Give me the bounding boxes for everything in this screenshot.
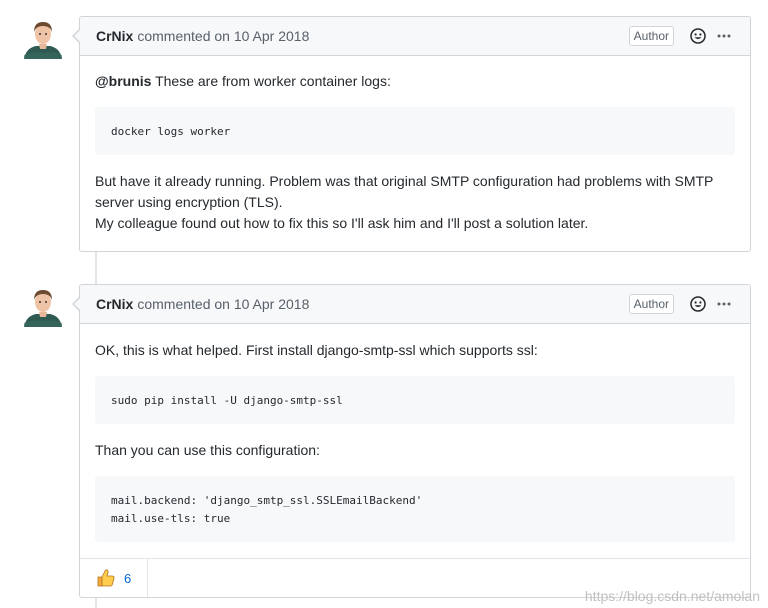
comment-paragraph: My colleague found out how to fix this s… xyxy=(95,215,589,231)
more-options-button[interactable] xyxy=(714,294,734,314)
kebab-horizontal-icon xyxy=(717,34,731,38)
timeline-line xyxy=(95,251,97,285)
comment-card: CrNix commented on 10 Apr 2018 Author xyxy=(72,16,751,252)
kebab-horizontal-icon xyxy=(717,302,731,306)
code-block: docker logs worker xyxy=(95,107,735,155)
thumbs-up-reaction[interactable]: 6 xyxy=(80,559,149,597)
smiley-icon xyxy=(690,296,706,312)
code-block: mail.backend: 'django_smtp_ssl.SSLEmailB… xyxy=(95,476,735,542)
add-reaction-button[interactable] xyxy=(688,26,708,46)
comment-intro: @brunis These are from worker container … xyxy=(95,71,735,92)
comment-card: CrNix commented on 10 Apr 2018 Author xyxy=(72,284,751,598)
code-block: sudo pip install -U django-smtp-ssl xyxy=(95,376,735,424)
avatar-icon xyxy=(22,285,64,327)
avatar-icon xyxy=(22,17,64,59)
comment-body: OK, this is what helped. First install d… xyxy=(80,340,750,542)
author-badge: Author xyxy=(628,26,674,46)
timeline-line xyxy=(95,597,97,608)
comment-timestamp[interactable]: commented on 10 Apr 2018 xyxy=(137,28,309,44)
watermark: https://blog.csdn.net/amolan xyxy=(584,588,760,604)
author-badge: Author xyxy=(628,294,674,314)
thumbs-up-icon xyxy=(97,569,115,587)
comment-timestamp[interactable]: commented on 10 Apr 2018 xyxy=(137,296,309,312)
comment-header: CrNix commented on 10 Apr 2018 Author xyxy=(80,17,750,56)
reaction-count: 6 xyxy=(124,570,132,586)
avatar[interactable] xyxy=(22,285,64,327)
smiley-icon xyxy=(690,28,706,44)
add-reaction-button[interactable] xyxy=(688,294,708,314)
comment-body: @brunis These are from worker container … xyxy=(80,71,750,234)
intro-text: These are from worker container logs: xyxy=(151,73,391,89)
avatar[interactable] xyxy=(22,17,64,59)
comment-paragraph: But have it already running. Problem was… xyxy=(95,173,714,210)
user-mention[interactable]: @brunis xyxy=(95,73,151,89)
comment-author[interactable]: CrNix xyxy=(96,28,133,44)
comment-paragraph: Than you can use this configuration: xyxy=(95,442,320,458)
comment-intro: OK, this is what helped. First install d… xyxy=(95,342,538,358)
comment-author[interactable]: CrNix xyxy=(96,296,133,312)
more-options-button[interactable] xyxy=(714,26,734,46)
comment-header: CrNix commented on 10 Apr 2018 Author xyxy=(80,285,750,324)
